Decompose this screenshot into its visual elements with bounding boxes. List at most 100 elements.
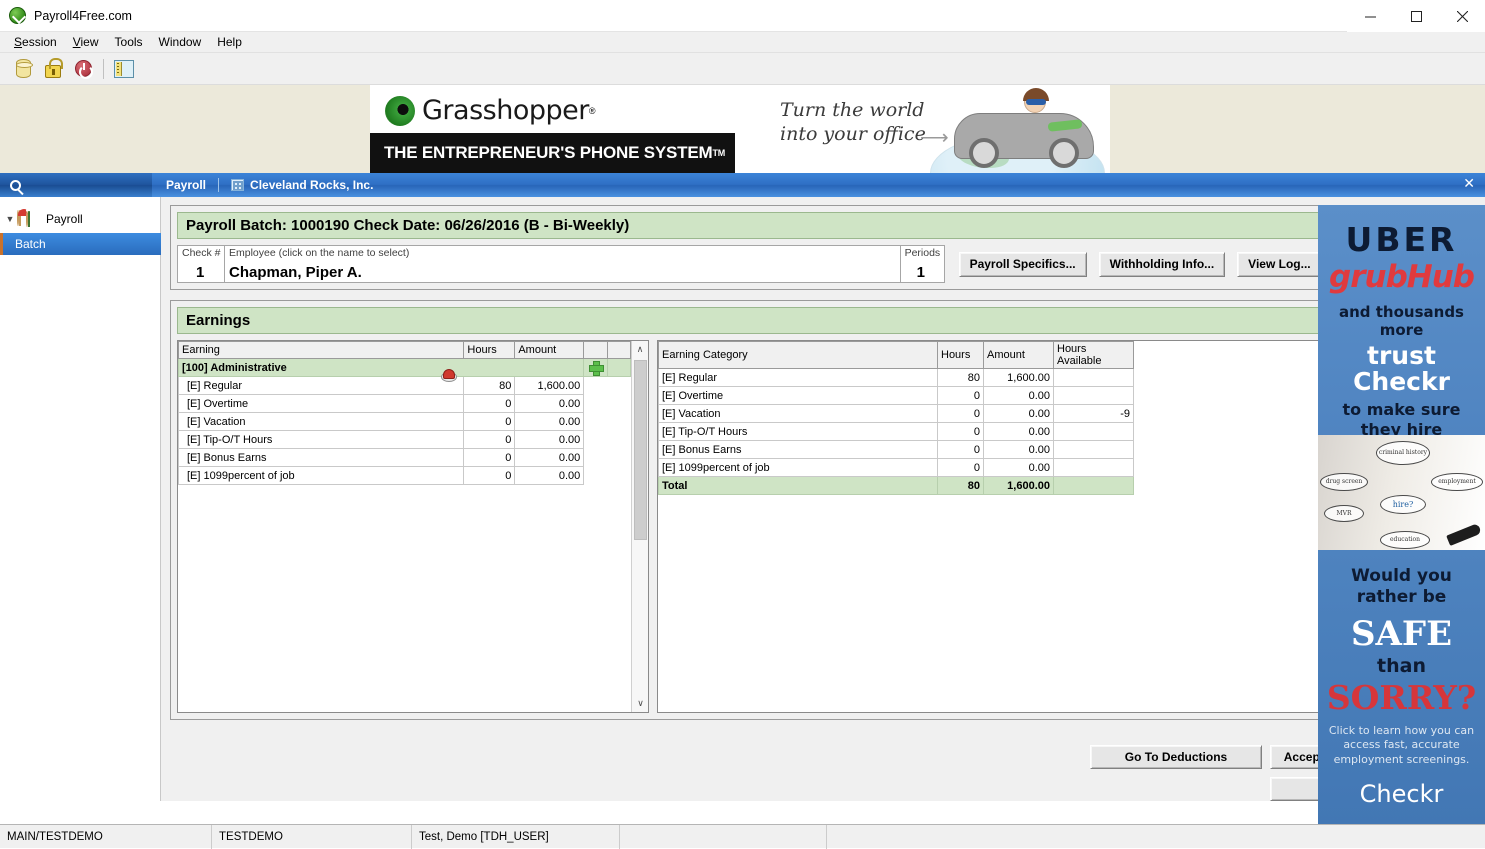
category-available bbox=[1054, 369, 1134, 387]
earning-name: [E] Vacation bbox=[179, 413, 464, 431]
ad-photo: criminal history drug screen employment … bbox=[1318, 435, 1485, 550]
table-row[interactable]: [E] Regular 80 1,600.00 bbox=[179, 377, 631, 395]
check-number-field[interactable]: Check # 1 bbox=[177, 245, 225, 283]
employee-field[interactable]: Employee (click on the name to select) C… bbox=[225, 245, 901, 283]
earning-hours[interactable]: 0 bbox=[464, 431, 515, 449]
power-icon[interactable] bbox=[68, 55, 98, 83]
grasshopper-ad-banner[interactable]: Grasshopper ® THE ENTREPRENEUR'S PHONE S… bbox=[370, 85, 1110, 173]
row-blank-2 bbox=[607, 395, 630, 413]
minimize-button[interactable] bbox=[1347, 0, 1393, 32]
checkr-uber-grubhub-ad[interactable]: UBER grubHub and thousands more trust Ch… bbox=[1318, 205, 1485, 550]
category-available bbox=[1054, 441, 1134, 459]
payroll-specifics-button[interactable]: Payroll Specifics... bbox=[959, 252, 1087, 277]
row-blank-1 bbox=[584, 467, 607, 485]
main-content: Payroll Batch: 1000190 Check Date: 06/26… bbox=[161, 197, 1485, 801]
close-workspace-icon[interactable]: ✕ bbox=[1463, 176, 1475, 190]
earning-amount[interactable]: 0.00 bbox=[515, 431, 584, 449]
col-hours[interactable]: Hours bbox=[938, 342, 984, 369]
search-input[interactable] bbox=[0, 173, 152, 197]
toolbar-separator bbox=[103, 59, 104, 79]
category-amount: 0.00 bbox=[984, 387, 1054, 405]
employee-value[interactable]: Chapman, Piper A. bbox=[229, 264, 362, 281]
earning-hours[interactable]: 0 bbox=[464, 449, 515, 467]
earning-name: [E] Regular bbox=[179, 377, 464, 395]
menu-tools[interactable]: Tools bbox=[107, 33, 151, 51]
tree-node-payroll[interactable]: ▼ Payroll bbox=[0, 205, 160, 233]
earning-hours[interactable]: 80 bbox=[464, 377, 515, 395]
go-to-deductions-button[interactable]: Go To Deductions bbox=[1090, 745, 1262, 769]
col-earning-category[interactable]: Earning Category bbox=[659, 342, 938, 369]
periods-label: Periods bbox=[905, 247, 941, 259]
table-row[interactable]: [E] Overtime 0 0.00 bbox=[179, 395, 631, 413]
col-hours-available[interactable]: Hours Available bbox=[1054, 342, 1134, 369]
col-amount[interactable]: Amount bbox=[515, 342, 584, 359]
earning-amount[interactable]: 1,600.00 bbox=[515, 377, 584, 395]
close-button[interactable] bbox=[1439, 0, 1485, 32]
breadcrumb-module[interactable]: Payroll bbox=[166, 178, 206, 192]
scroll-down-icon[interactable]: ∨ bbox=[632, 695, 649, 712]
table-row[interactable]: [E] Tip-O/T Hours 0 0.00 bbox=[179, 431, 631, 449]
withholding-info-button[interactable]: Withholding Info... bbox=[1099, 252, 1226, 277]
database-icon[interactable] bbox=[8, 55, 38, 83]
tree-node-payroll-label: Payroll bbox=[46, 212, 83, 226]
breadcrumb-separator bbox=[218, 178, 219, 192]
bubble-drug-screen: drug screen bbox=[1320, 473, 1368, 491]
col-amount[interactable]: Amount bbox=[984, 342, 1054, 369]
col-blank-1[interactable] bbox=[584, 342, 607, 359]
periods-value: 1 bbox=[917, 264, 925, 281]
earning-amount[interactable]: 0.00 bbox=[515, 449, 584, 467]
category-name: [E] Vacation bbox=[659, 405, 938, 423]
view-log-button[interactable]: View Log... bbox=[1237, 252, 1321, 277]
earning-amount[interactable]: 0.00 bbox=[515, 413, 584, 431]
table-row[interactable]: [E] Vacation 0 0.00 bbox=[179, 413, 631, 431]
earning-hours[interactable]: 0 bbox=[464, 413, 515, 431]
col-hours[interactable]: Hours bbox=[464, 342, 515, 359]
check-number-label: Check # bbox=[182, 247, 221, 259]
breadcrumb-company[interactable]: Cleveland Rocks, Inc. bbox=[250, 178, 373, 192]
grasshopper-illustration bbox=[920, 85, 1110, 173]
hat-icon[interactable] bbox=[441, 369, 455, 381]
category-available bbox=[1054, 387, 1134, 405]
scrollbar-thumb[interactable] bbox=[634, 360, 647, 540]
group-amount bbox=[515, 359, 584, 377]
earning-amount[interactable]: 0.00 bbox=[515, 467, 584, 485]
menu-view[interactable]: View bbox=[65, 33, 107, 51]
lock-icon[interactable] bbox=[38, 55, 68, 83]
col-blank-2[interactable] bbox=[607, 342, 630, 359]
earnings-section-title: Earnings bbox=[177, 307, 1469, 334]
earnings-left-grid[interactable]: Earning Hours Amount [100] Administrativ… bbox=[177, 340, 649, 713]
category-hours: 0 bbox=[938, 405, 984, 423]
workspace: ▼ Payroll Batch Payroll Batch: 1000190 C… bbox=[0, 197, 1485, 801]
left-grid-scrollbar[interactable]: ∧ ∨ bbox=[631, 341, 648, 712]
col-earning[interactable]: Earning bbox=[179, 342, 464, 359]
earning-name: [E] Overtime bbox=[179, 395, 464, 413]
earning-hours[interactable]: 0 bbox=[464, 467, 515, 485]
category-name: [E] Tip-O/T Hours bbox=[659, 423, 938, 441]
menu-help[interactable]: Help bbox=[209, 33, 250, 51]
earning-amount[interactable]: 0.00 bbox=[515, 395, 584, 413]
add-icon[interactable] bbox=[589, 361, 602, 374]
category-available bbox=[1054, 423, 1134, 441]
maximize-button[interactable] bbox=[1393, 0, 1439, 32]
menu-window[interactable]: Window bbox=[151, 33, 210, 51]
periods-field[interactable]: Periods 1 bbox=[901, 245, 945, 283]
checkr-safe-sorry-ad[interactable]: Would you rather be SAFE than SORRY? Cli… bbox=[1318, 550, 1485, 825]
tree-node-batch[interactable]: Batch bbox=[0, 233, 161, 255]
window-list-icon[interactable] bbox=[109, 55, 139, 83]
table-row[interactable]: [E] Bonus Earns 0 0.00 bbox=[179, 449, 631, 467]
group-hours bbox=[464, 359, 515, 377]
ad2-safe: SAFE bbox=[1318, 617, 1485, 651]
chevron-down-icon[interactable]: ▼ bbox=[4, 214, 16, 224]
add-earning-cell[interactable] bbox=[584, 359, 607, 377]
total-label: Total bbox=[659, 477, 938, 495]
menu-session[interactable]: SSessionession bbox=[6, 33, 65, 51]
scroll-up-icon[interactable]: ∧ bbox=[632, 341, 648, 358]
category-available: -9 bbox=[1054, 405, 1134, 423]
table-row[interactable]: [E] 1099percent of job 0 0.00 bbox=[179, 467, 631, 485]
banner-strip: Grasshopper ® THE ENTREPRENEUR'S PHONE S… bbox=[0, 85, 1485, 173]
people-icon bbox=[16, 209, 40, 229]
row-blank-1 bbox=[584, 431, 607, 449]
table-row-group[interactable]: [100] Administrative bbox=[179, 359, 631, 377]
search-icon bbox=[10, 180, 21, 191]
earning-hours[interactable]: 0 bbox=[464, 395, 515, 413]
